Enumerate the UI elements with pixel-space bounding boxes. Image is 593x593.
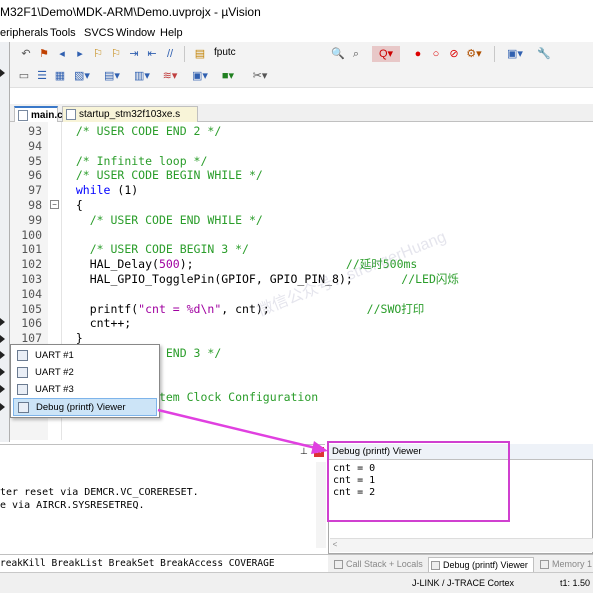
tab-call-stack[interactable]: Call Stack + Locals <box>332 557 424 572</box>
uvision-window: M32F1\Demo\MDK-ARM\Demo.uvprojx - µVisio… <box>0 0 593 593</box>
debugger-status: J-LINK / J-TRACE Cortex <box>412 578 515 588</box>
viewer-icon <box>431 561 440 570</box>
annotation-overlay <box>157 408 510 522</box>
annotation-arrow <box>157 408 321 451</box>
tab-debug-printf-viewer[interactable]: Debug (printf) Viewer <box>428 557 534 572</box>
memory-icon <box>540 560 549 569</box>
status-bar: J-LINK / J-TRACE Cortex t1: 1.50 <box>0 572 593 593</box>
command-line[interactable]: reakKill BreakList BreakSet BreakAccess … <box>0 554 328 572</box>
tab-memory-1[interactable]: Memory 1 <box>538 557 593 572</box>
timer-status: t1: 1.50 <box>560 578 591 588</box>
call-stack-icon <box>334 560 343 569</box>
highlight-box <box>327 441 510 522</box>
annotation-arrowhead <box>311 441 328 454</box>
bottom-tab-bar: Call Stack + Locals Debug (printf) Viewe… <box>328 554 593 572</box>
